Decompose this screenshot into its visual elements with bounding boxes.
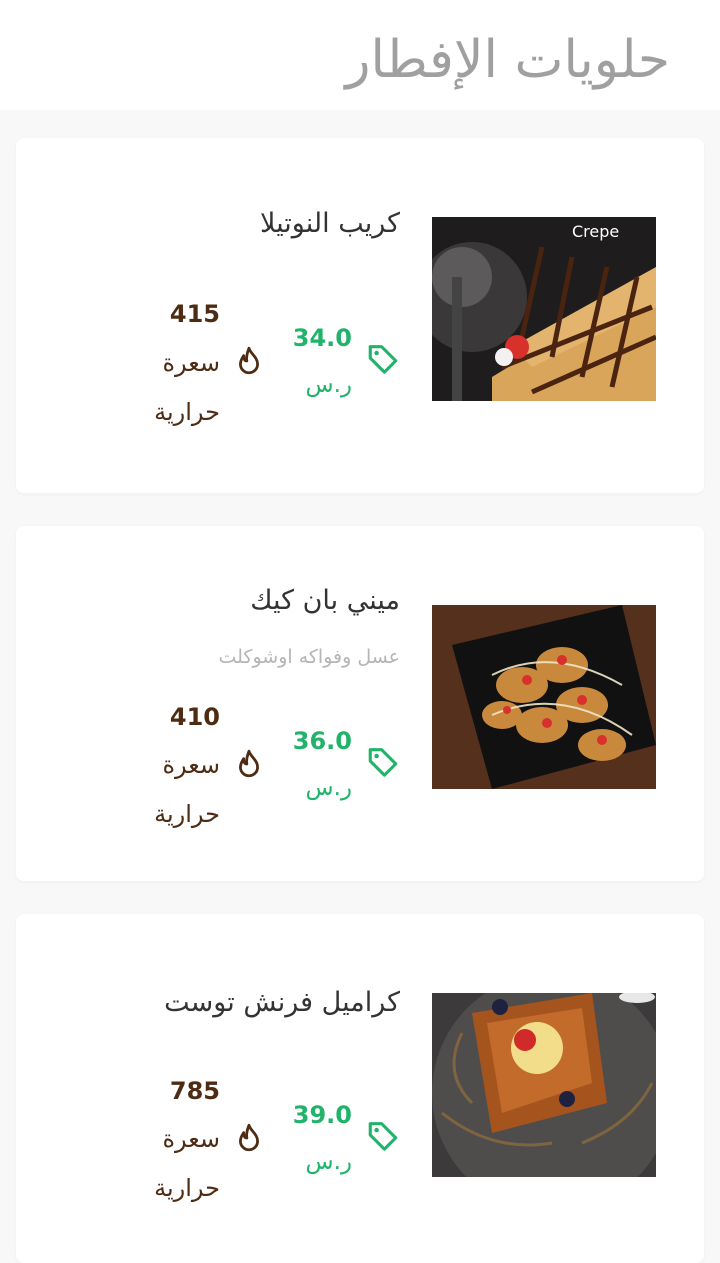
item-image-crepe[interactable]: Crepe bbox=[432, 217, 656, 401]
flame-icon bbox=[239, 346, 259, 375]
menu-item-card[interactable]: ميني بان كيك عسل وفواكه اوشوكلت 36.0 ر.س… bbox=[16, 526, 704, 881]
item-calories: 415 bbox=[169, 300, 220, 328]
calories-unit-line2: حرارية bbox=[154, 398, 220, 426]
price-tag-icon bbox=[368, 1122, 398, 1151]
calories-unit-line2: حرارية bbox=[154, 800, 220, 828]
menu-item-card[interactable]: Crepe كريب النوتيلا 34.0 ر.س 415 سعرة حر… bbox=[16, 138, 704, 493]
item-description: عسل وفواكه اوشوكلت bbox=[218, 646, 400, 668]
calories-unit-line1: سعرة bbox=[162, 751, 220, 779]
section-title: حلويات الإفطار bbox=[345, 30, 670, 90]
calories-unit-line1: سعرة bbox=[162, 1125, 220, 1153]
item-image-french-toast[interactable] bbox=[432, 993, 656, 1177]
price-tag-icon bbox=[368, 748, 398, 777]
item-price: 36.0 bbox=[292, 727, 352, 755]
item-currency: ر.س bbox=[305, 372, 353, 398]
calories-unit-line2: حرارية bbox=[154, 1174, 220, 1202]
calories-unit-line1: سعرة bbox=[162, 349, 220, 377]
flame-icon bbox=[239, 749, 259, 778]
item-calories: 410 bbox=[169, 703, 220, 731]
item-currency: ر.س bbox=[305, 775, 353, 801]
price-tag-icon bbox=[368, 345, 398, 374]
french-toast-photo bbox=[432, 993, 656, 1177]
item-name: كراميل فرنش توست bbox=[164, 987, 400, 1018]
item-name: كريب النوتيلا bbox=[260, 208, 400, 239]
item-price: 34.0 bbox=[292, 324, 352, 352]
item-image-pancake[interactable] bbox=[432, 605, 656, 789]
item-price: 39.0 bbox=[292, 1101, 352, 1129]
menu-item-card[interactable]: كراميل فرنش توست 39.0 ر.س 785 سعرة حراري… bbox=[16, 914, 704, 1263]
menu-page: حلويات الإفطار Crepe كريب النوتيلا 34.0 … bbox=[0, 0, 720, 1263]
crepe-photo: Crepe bbox=[432, 217, 656, 401]
crepe-image-label: Crepe bbox=[572, 222, 619, 241]
section-header: حلويات الإفطار bbox=[0, 0, 720, 110]
flame-icon bbox=[239, 1123, 259, 1152]
pancake-photo bbox=[432, 605, 656, 789]
item-name: ميني بان كيك bbox=[250, 585, 400, 616]
item-calories: 785 bbox=[169, 1077, 220, 1105]
item-currency: ر.س bbox=[305, 1149, 353, 1175]
